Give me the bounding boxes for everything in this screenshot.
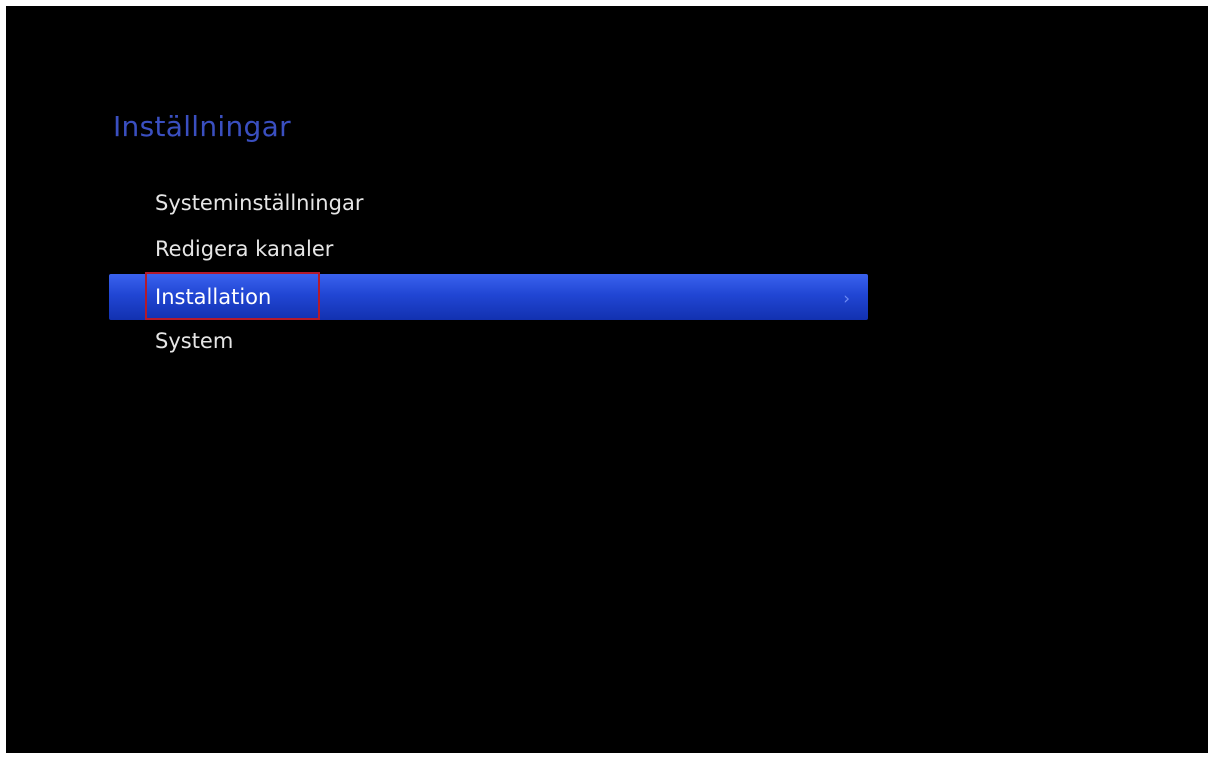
menu-item-installation[interactable]: › Installation <box>6 272 1208 320</box>
page-title: Inställningar <box>113 110 291 143</box>
menu-item-systeminstallningar[interactable]: Systeminställningar <box>6 180 1208 226</box>
menu-item-system[interactable]: System <box>6 318 1208 364</box>
settings-menu: Systeminställningar Redigera kanaler › I… <box>6 180 1208 364</box>
tv-screen: Inställningar Systeminställningar Redige… <box>6 6 1208 753</box>
menu-item-label: Systeminställningar <box>155 191 364 215</box>
chevron-right-icon: › <box>843 289 850 309</box>
menu-item-label: Redigera kanaler <box>155 237 334 261</box>
menu-item-label: System <box>155 329 234 353</box>
menu-item-redigera-kanaler[interactable]: Redigera kanaler <box>6 226 1208 272</box>
menu-item-label: Installation <box>155 285 272 309</box>
